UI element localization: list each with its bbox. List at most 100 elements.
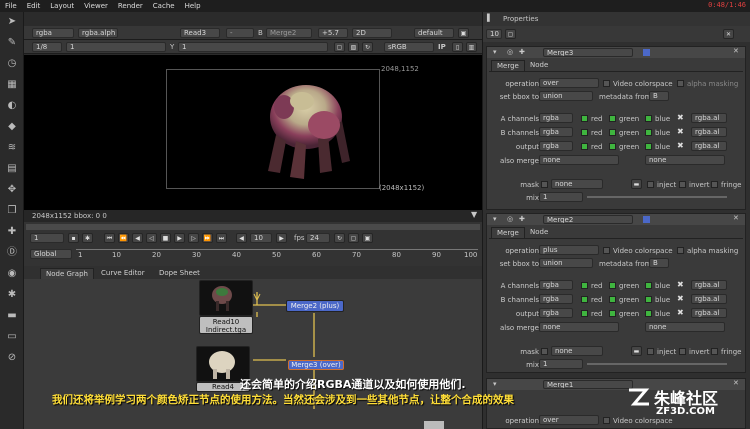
close-icon[interactable]: ✕: [733, 47, 739, 55]
alpha-masking-checkbox[interactable]: [677, 247, 684, 254]
invert-checkbox[interactable]: [679, 181, 686, 188]
furnace-icon[interactable]: ⊘: [5, 352, 19, 364]
bbox-dropdown[interactable]: union: [539, 91, 593, 101]
out-red-checkbox[interactable]: [581, 143, 588, 150]
also-merge-dropdown-2[interactable]: none: [645, 155, 725, 165]
video-colorspace-checkbox[interactable]: [603, 80, 610, 87]
tab-dope-sheet[interactable]: Dope Sheet: [154, 268, 205, 279]
a-alpha-dropdown[interactable]: rgba.al: [691, 280, 727, 290]
wipe-mode-dropdown[interactable]: -: [226, 28, 254, 38]
also-merge-dropdown-2[interactable]: none: [645, 322, 725, 332]
fringe-checkbox[interactable]: [711, 181, 718, 188]
tab-merge[interactable]: Merge: [491, 227, 525, 238]
lock-range-icon[interactable]: ▪: [68, 233, 79, 243]
inject-checkbox[interactable]: [647, 348, 654, 355]
step-field[interactable]: 10: [250, 233, 272, 243]
tab-merge[interactable]: Merge: [491, 60, 525, 71]
3d-icon[interactable]: ❒: [5, 205, 19, 217]
prev-step-icon[interactable]: ◀: [132, 233, 143, 243]
menu-help[interactable]: Help: [180, 0, 206, 10]
proxy-dropdown[interactable]: 1/8: [32, 42, 62, 52]
merge3-node[interactable]: Merge3 (over): [288, 360, 344, 370]
out-green-checkbox[interactable]: [609, 143, 616, 150]
also-merge-dropdown[interactable]: none: [539, 155, 619, 165]
tab-node[interactable]: Node: [525, 227, 553, 238]
transform-icon[interactable]: ✥: [5, 184, 19, 196]
stop-icon[interactable]: ■: [160, 233, 171, 243]
deep-icon[interactable]: Ⓓ: [5, 247, 19, 259]
loop-icon[interactable]: ↻: [334, 233, 345, 243]
b-input-dropdown[interactable]: Merge2: [266, 28, 312, 38]
read10-thumbnail[interactable]: [199, 280, 253, 316]
gain-field[interactable]: +5.7: [318, 28, 348, 38]
out-alpha-toggle-icon[interactable]: ✖: [677, 141, 684, 150]
b-channels-dropdown[interactable]: rgba: [539, 127, 573, 137]
prev-keyframe-icon[interactable]: ⏪: [118, 233, 129, 243]
a-channels-dropdown[interactable]: rgba: [539, 113, 573, 123]
channels-dropdown[interactable]: rgba: [32, 28, 74, 38]
view-mode-dropdown[interactable]: 2D: [352, 28, 392, 38]
update-icon[interactable]: ↻: [362, 42, 373, 52]
clear-panels-icon[interactable]: ✕: [723, 29, 734, 39]
out-green-checkbox[interactable]: [609, 310, 616, 317]
alpha-masking-checkbox[interactable]: [677, 80, 684, 87]
merge1-name-field[interactable]: Merge1: [543, 380, 633, 389]
colorspace-dropdown[interactable]: sRGB: [384, 42, 434, 52]
timeline-scrub[interactable]: [26, 224, 480, 230]
lock-panels-icon[interactable]: ▢: [505, 29, 516, 39]
output-dropdown[interactable]: rgba: [539, 141, 573, 151]
flipbook-icon[interactable]: ▣: [362, 233, 373, 243]
collapse-icon[interactable]: ▾: [493, 380, 497, 388]
menu-layout[interactable]: Layout: [45, 0, 79, 10]
tab-node[interactable]: Node: [525, 60, 553, 71]
menu-cache[interactable]: Cache: [148, 0, 180, 10]
b-alpha-toggle-icon[interactable]: ✖: [677, 294, 684, 303]
scope-dropdown[interactable]: Global: [30, 249, 72, 259]
also-merge-dropdown[interactable]: none: [539, 322, 619, 332]
toolsets-icon[interactable]: ▬: [5, 310, 19, 322]
step-back-icon[interactable]: ◀: [236, 233, 247, 243]
particles-icon[interactable]: ✱: [5, 289, 19, 301]
menu-edit[interactable]: Edit: [22, 0, 46, 10]
tab-curve-editor[interactable]: Curve Editor: [96, 268, 150, 279]
ip-label[interactable]: IP: [438, 43, 446, 51]
out-alpha-toggle-icon[interactable]: ✖: [677, 308, 684, 317]
panel-grip-icon[interactable]: ▌: [487, 14, 492, 22]
a-input-dropdown[interactable]: Read3: [180, 28, 220, 38]
b-red-checkbox[interactable]: [581, 296, 588, 303]
b-blue-checkbox[interactable]: [645, 296, 652, 303]
max-panels-field[interactable]: 10: [486, 29, 502, 39]
invert-checkbox[interactable]: [679, 348, 686, 355]
collapse-icon[interactable]: ▾: [493, 215, 497, 223]
b-channels-dropdown[interactable]: rgba: [539, 294, 573, 304]
a-alpha-dropdown[interactable]: rgba.al: [691, 113, 727, 123]
inject-checkbox[interactable]: [647, 181, 654, 188]
channel-icon[interactable]: ▦: [5, 79, 19, 91]
merge3-name-field[interactable]: Merge3: [543, 48, 633, 57]
mask-dropdown[interactable]: none: [551, 179, 603, 189]
b-green-checkbox[interactable]: [609, 129, 616, 136]
metadata-icon[interactable]: ◉: [5, 268, 19, 280]
viewer-node[interactable]: [424, 421, 444, 429]
mask-channel-icon[interactable]: ▬: [631, 346, 642, 356]
a-green-checkbox[interactable]: [609, 282, 616, 289]
clip-icon[interactable]: ▧: [348, 42, 359, 52]
mark-icon[interactable]: ▢: [348, 233, 359, 243]
mask-checkbox[interactable]: [541, 181, 548, 188]
b-alpha-dropdown[interactable]: rgba.al: [691, 294, 727, 304]
pointer-icon[interactable]: ➤: [5, 16, 19, 28]
fps-field[interactable]: 24: [306, 233, 330, 243]
menu-file[interactable]: File: [0, 0, 22, 10]
views-icon[interactable]: ✚: [5, 226, 19, 238]
merge2-name-field[interactable]: Merge2: [543, 215, 633, 224]
close-icon[interactable]: ✕: [733, 214, 739, 222]
out-blue-checkbox[interactable]: [645, 310, 652, 317]
b-red-checkbox[interactable]: [581, 129, 588, 136]
keyer-icon[interactable]: ≋: [5, 142, 19, 154]
time-icon[interactable]: ◷: [5, 58, 19, 70]
mix-slider[interactable]: [587, 196, 727, 198]
info-expand-icon[interactable]: ▼: [471, 210, 477, 219]
fullscreen-icon[interactable]: ▯: [452, 42, 463, 52]
play-forward-icon[interactable]: ▶: [174, 233, 185, 243]
merge2-node[interactable]: Merge2 (plus): [286, 300, 344, 312]
